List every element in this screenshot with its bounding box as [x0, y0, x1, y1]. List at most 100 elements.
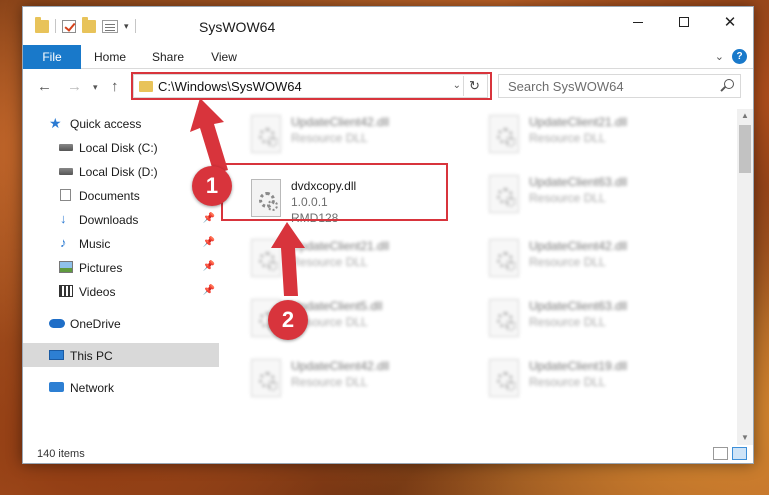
recent-locations-chevron-icon[interactable]: ▾	[93, 82, 98, 93]
tab-share[interactable]: Share	[143, 45, 193, 69]
minimize-button[interactable]	[615, 7, 661, 37]
step-1-badge: 1	[192, 166, 232, 206]
dll-file-icon	[489, 299, 519, 337]
ribbon-right-controls: ⌄ ?	[715, 49, 747, 64]
network-icon	[49, 382, 64, 392]
sidebar-item-label: Pictures	[79, 261, 123, 275]
dll-file-icon	[489, 239, 519, 277]
vertical-scrollbar[interactable]: ▲ ▼	[737, 109, 753, 445]
customize-toolbar-icon[interactable]	[102, 19, 118, 33]
file-item[interactable]: UpdateClient42.dll Resource DLL	[247, 353, 477, 409]
window-controls: ✕	[615, 7, 753, 37]
tab-home[interactable]: Home	[85, 45, 135, 69]
dll-file-icon	[251, 239, 281, 277]
file-description: Resource DLL	[291, 375, 368, 389]
file-item[interactable]: UpdateClient19.dll Resource DLL	[485, 353, 715, 409]
tab-file[interactable]: File	[23, 45, 81, 69]
dll-file-icon	[251, 359, 281, 397]
sidebar-item-onedrive[interactable]: OneDrive	[23, 311, 219, 335]
music-icon: ♪	[60, 235, 67, 250]
sidebar-item-videos[interactable]: Videos 📌	[23, 279, 219, 303]
dropdown-arrow-icon[interactable]: ▾	[124, 21, 129, 32]
file-name: UpdateClient42.dll	[529, 239, 628, 253]
item-count: 140 items	[37, 448, 85, 460]
search-box[interactable]: Search SysWOW64	[498, 74, 741, 98]
file-item[interactable]: UpdateClient63.dll Resource DLL	[485, 169, 715, 225]
maximize-icon	[679, 17, 689, 27]
sidebar-item-pictures[interactable]: Pictures 📌	[23, 255, 219, 279]
details-view-icon[interactable]	[713, 447, 728, 460]
sidebar-item-local-disk-c[interactable]: Local Disk (C:)	[23, 135, 219, 159]
pin-icon[interactable]: 📌	[203, 213, 215, 224]
drive-icon	[59, 144, 73, 151]
sidebar-item-local-disk-d[interactable]: Local Disk (D:)	[23, 159, 219, 183]
new-folder-icon[interactable]	[82, 16, 96, 33]
sidebar-item-this-pc[interactable]: This PC	[23, 343, 219, 367]
tab-view[interactable]: View	[199, 45, 249, 69]
sidebar-item-quick-access[interactable]: ★ Quick access	[23, 111, 219, 135]
file-item[interactable]: UpdateClient63.dll Resource DLL	[485, 293, 715, 349]
sidebar-item-network[interactable]: Network	[23, 375, 219, 399]
sidebar-item-downloads[interactable]: ↓ Downloads 📌	[23, 207, 219, 231]
ribbon-tabs: File Home Share View ⌄ ?	[23, 45, 753, 69]
pictures-icon	[59, 261, 73, 273]
scroll-down-arrow-icon[interactable]: ▼	[737, 431, 753, 445]
up-arrow-icon[interactable]: ↑	[111, 78, 119, 95]
sidebar-item-label: This PC	[70, 349, 113, 363]
dll-file-icon	[489, 175, 519, 213]
file-name: UpdateClient21.dll	[529, 115, 628, 129]
file-item[interactable]: UpdateClient21.dll Resource DLL	[485, 109, 715, 165]
onedrive-icon	[49, 319, 65, 328]
properties-check-icon[interactable]	[62, 19, 76, 33]
back-arrow-icon[interactable]: ←	[37, 78, 52, 95]
sidebar-item-label: Documents	[79, 189, 140, 203]
toolbar-divider	[55, 19, 56, 33]
file-item[interactable]: UpdateClient42.dll Resource DLL	[485, 233, 715, 289]
file-item[interactable]: UpdateClient42.dll Resource DLL	[247, 109, 477, 165]
dll-file-icon	[489, 359, 519, 397]
documents-icon	[60, 189, 71, 201]
file-description: Resource DLL	[529, 131, 606, 145]
file-name: UpdateClient21.dll	[291, 239, 390, 253]
forward-arrow-icon[interactable]: →	[67, 78, 82, 95]
dll-file-icon	[489, 115, 519, 153]
quick-access-toolbar: ▾	[35, 16, 136, 33]
file-list: UpdateClient42.dll Resource DLL dvdxcopy…	[235, 109, 735, 445]
scrollbar-thumb[interactable]	[739, 125, 751, 173]
pin-icon[interactable]: 📌	[203, 237, 215, 248]
folder-icon[interactable]	[35, 16, 49, 33]
file-item[interactable]: UpdateClient21.dll Resource DLL	[247, 233, 477, 289]
videos-icon	[59, 285, 73, 297]
expand-ribbon-chevron-icon[interactable]: ⌄	[715, 50, 724, 63]
sidebar-item-label: Local Disk (D:)	[79, 165, 158, 179]
file-description: Resource DLL	[529, 315, 606, 329]
pc-icon	[49, 350, 64, 360]
navigation-pane: ★ Quick access Local Disk (C:) Local Dis…	[23, 107, 219, 442]
file-description: Resource DLL	[529, 191, 606, 205]
sidebar-item-documents[interactable]: Documents 📌	[23, 183, 219, 207]
step-2-badge: 2	[268, 300, 308, 340]
pin-icon[interactable]: 📌	[203, 285, 215, 296]
file-name: UpdateClient19.dll	[529, 359, 628, 373]
large-icons-view-icon[interactable]	[732, 447, 747, 460]
pin-icon[interactable]: 📌	[203, 261, 215, 272]
minimize-icon	[633, 21, 643, 23]
scroll-up-arrow-icon[interactable]: ▲	[737, 109, 753, 123]
file-description: Resource DLL	[291, 255, 368, 269]
maximize-button[interactable]	[661, 7, 707, 37]
drive-icon	[59, 168, 73, 175]
help-icon[interactable]: ?	[732, 49, 747, 64]
dvdxcopy-file-highlight	[221, 163, 448, 221]
navigation-bar: ← → ▾ ↑ C:\Windows\SysWOW64 ⌄ ↻ Search S…	[23, 70, 753, 102]
sidebar-item-music[interactable]: ♪ Music 📌	[23, 231, 219, 255]
toolbar-divider	[134, 19, 136, 33]
close-button[interactable]: ✕	[707, 7, 753, 37]
title-bar: ▾ SysWOW64 ✕	[23, 7, 753, 45]
sidebar-item-label: Quick access	[70, 117, 142, 131]
file-description: Resource DLL	[529, 255, 606, 269]
sidebar-item-label: Downloads	[79, 213, 139, 227]
file-name: UpdateClient63.dll	[529, 175, 628, 189]
search-icon[interactable]	[724, 79, 734, 89]
file-name: UpdateClient42.dll	[291, 359, 390, 373]
address-bar-highlight	[131, 72, 492, 100]
